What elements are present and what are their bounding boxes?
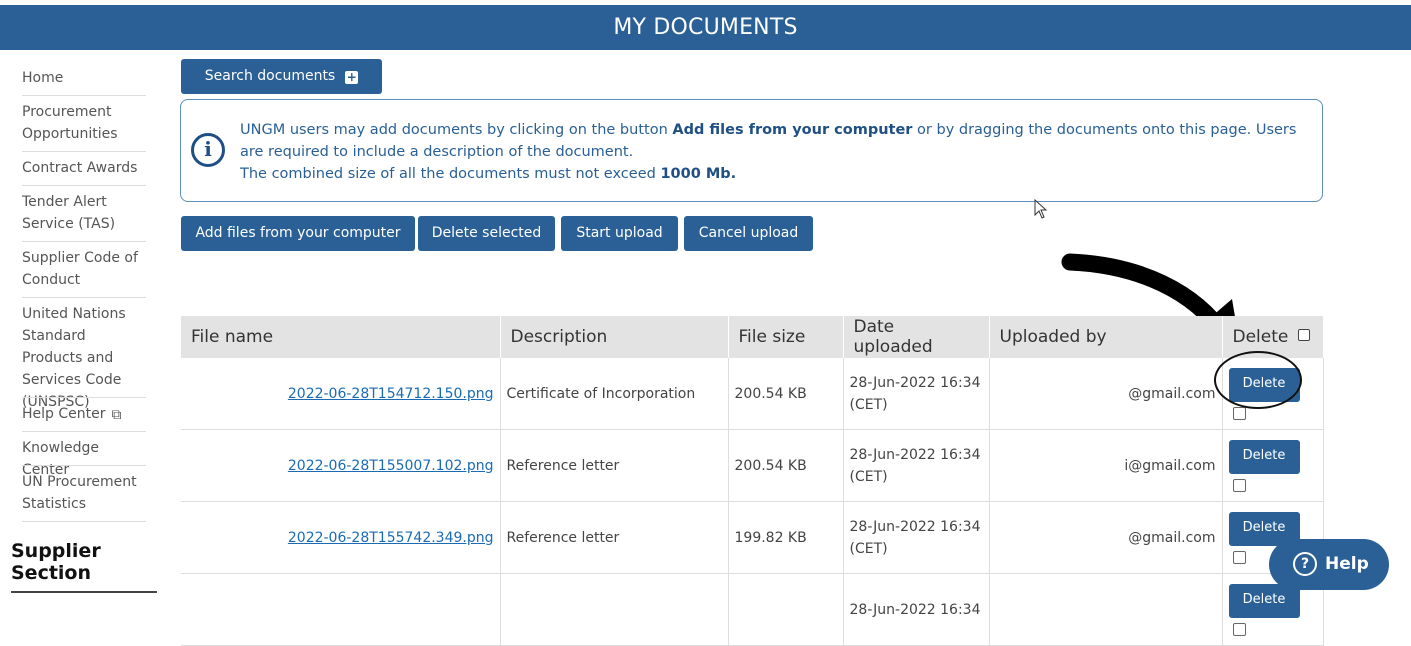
date-cell: 28-Jun-2022 16:34: [843, 573, 990, 646]
timezone-text: (CET): [849, 468, 888, 485]
description-cell: Certificate of Incorporation: [500, 358, 729, 430]
description-cell: [500, 573, 729, 646]
file-size-cell: 200.54 KB: [728, 429, 844, 502]
file-name-cell: 2022-06-28T155742.349.png: [181, 501, 501, 574]
column-header-uploaded-by[interactable]: Uploaded by: [989, 316, 1223, 358]
delete-cell: Delete: [1222, 429, 1324, 502]
documents-table: File name Description File size Date upl…: [181, 316, 1324, 646]
uploaded-by-cell: [989, 573, 1223, 646]
date-cell: 28-Jun-2022 16:34 (CET): [843, 501, 990, 574]
date-text: 28-Jun-2022 16:34: [849, 446, 981, 463]
help-label: Help: [1325, 554, 1369, 574]
table-row: 2022-06-28T155007.102.png Reference lett…: [181, 429, 1324, 502]
file-name-cell: 2022-06-28T154712.150.png: [181, 358, 501, 430]
file-size-cell: 200.54 KB: [728, 358, 844, 430]
uploaded-by-cell: i@gmail.com: [989, 429, 1223, 502]
file-name-cell: [181, 573, 501, 646]
circle-annotation: [1214, 351, 1302, 409]
column-header-file-size[interactable]: File size: [728, 316, 844, 358]
timezone-text: (CET): [849, 540, 888, 557]
file-link[interactable]: 2022-06-28T155007.102.png: [288, 458, 494, 474]
table-row: 2022-06-28T154712.150.png Certificate of…: [181, 358, 1324, 430]
select-all-checkbox[interactable]: [1298, 329, 1311, 341]
date-text: 28-Jun-2022 16:34: [849, 374, 981, 391]
column-header-description[interactable]: Description: [500, 316, 729, 358]
table-row: 28-Jun-2022 16:34 Delete: [181, 573, 1324, 646]
description-cell: Reference letter: [500, 429, 729, 502]
row-checkbox[interactable]: [1232, 550, 1246, 564]
table-header-row: File name Description File size Date upl…: [181, 316, 1324, 358]
row-checkbox[interactable]: [1232, 406, 1246, 420]
date-cell: 28-Jun-2022 16:34 (CET): [843, 429, 990, 502]
table-row: 2022-06-28T155742.349.png Reference lett…: [181, 501, 1324, 574]
column-header-date-uploaded[interactable]: Date uploaded: [843, 316, 990, 358]
uploaded-by-cell: @gmail.com: [989, 501, 1223, 574]
date-text: 28-Jun-2022 16:34: [849, 518, 981, 535]
file-size-cell: [728, 573, 844, 646]
file-name-cell: 2022-06-28T155007.102.png: [181, 429, 501, 502]
date-cell: 28-Jun-2022 16:34 (CET): [843, 358, 990, 430]
description-cell: Reference letter: [500, 501, 729, 574]
column-header-file-name[interactable]: File name: [181, 316, 501, 358]
file-link[interactable]: 2022-06-28T154712.150.png: [288, 386, 494, 402]
timezone-text: (CET): [849, 396, 888, 413]
help-button[interactable]: ? Help: [1269, 539, 1389, 590]
row-checkbox[interactable]: [1232, 478, 1246, 492]
delete-button[interactable]: Delete: [1228, 439, 1300, 474]
question-mark-icon: ?: [1293, 552, 1317, 576]
row-checkbox[interactable]: [1232, 622, 1246, 636]
file-size-cell: 199.82 KB: [728, 501, 844, 574]
file-link[interactable]: 2022-06-28T155742.349.png: [288, 530, 494, 546]
column-header-delete-label: Delete: [1232, 327, 1289, 347]
uploaded-by-cell: @gmail.com: [989, 358, 1223, 430]
